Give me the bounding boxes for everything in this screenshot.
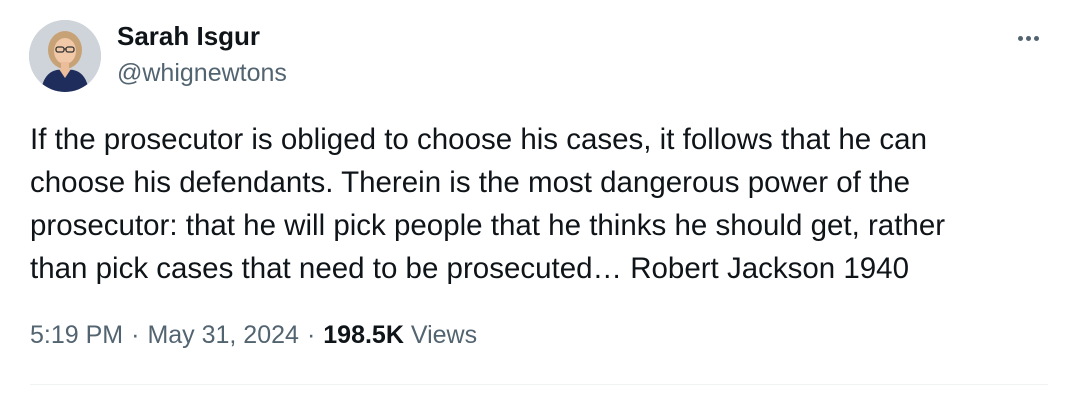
more-horizontal-icon <box>1026 36 1031 41</box>
profile-photo-icon <box>29 20 101 92</box>
more-options-button[interactable] <box>1008 22 1048 54</box>
more-horizontal-icon <box>1034 36 1039 41</box>
tweet-text: If the prosecutor is obliged to choose h… <box>30 123 946 285</box>
author-display-name[interactable]: Sarah Isgur <box>117 19 260 53</box>
tweet-timestamp[interactable]: 5:19 PM · May 31, 2024 <box>30 321 299 349</box>
separator-dot: · <box>131 321 140 349</box>
views-label: Views <box>410 321 478 349</box>
separator-dot: · <box>306 321 316 349</box>
tweet-card: Sarah Isgur @whignewtons If the prosecut… <box>0 0 1090 406</box>
divider <box>30 384 1048 385</box>
views-link[interactable]: 198.5K Views <box>323 321 477 349</box>
avatar[interactable] <box>29 20 101 92</box>
tweet-metadata: 5:19 PM · May 31, 2024 · 198.5K Views <box>30 318 477 352</box>
more-horizontal-icon <box>1018 36 1023 41</box>
views-count: 198.5K <box>323 321 404 349</box>
tweet-time: 5:19 PM <box>30 321 124 349</box>
author-handle[interactable]: @whignewtons <box>117 57 287 89</box>
tweet-date: May 31, 2024 <box>147 321 299 349</box>
